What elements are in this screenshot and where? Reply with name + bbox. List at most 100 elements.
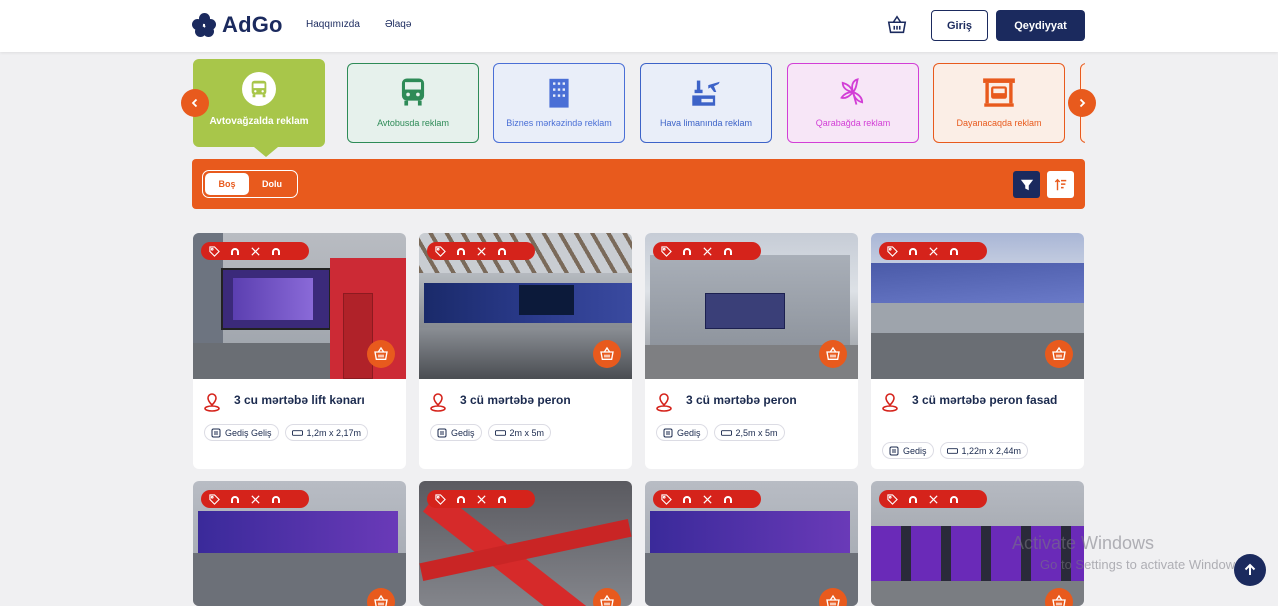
airport-icon — [692, 80, 720, 106]
basket-icon — [374, 594, 388, 606]
carousel-next-button[interactable] — [1068, 89, 1096, 117]
tools-icon — [703, 494, 712, 504]
ad-card[interactable] — [193, 481, 406, 606]
ruler-icon — [720, 429, 732, 436]
arch-icon — [683, 248, 691, 255]
ad-card[interactable]: 3 cü mərtəbə peron fasad Gediş 1,22m x 2… — [871, 233, 1084, 469]
direction-text: Gediş — [677, 427, 701, 438]
carousel-prev-button[interactable] — [181, 89, 209, 117]
category-bus[interactable]: Avtobusda reklam — [347, 63, 479, 143]
building-icon — [549, 78, 569, 108]
price-tag-icon — [661, 245, 672, 257]
category-label: Dayanacaqda reklam — [956, 118, 1042, 128]
category-label: Biznes mərkəzində reklam — [506, 118, 612, 128]
login-button[interactable]: Giriş — [931, 10, 988, 41]
list-icon — [663, 428, 673, 437]
price-tag-icon — [887, 245, 898, 257]
ruler-icon — [946, 447, 958, 454]
sort-icon — [1054, 178, 1066, 190]
add-to-cart-button[interactable] — [819, 340, 847, 368]
active-category-pointer — [254, 147, 278, 157]
category-label: Qarabağda reklam — [815, 118, 891, 128]
price-tag-icon — [435, 245, 446, 257]
ad-meta: Gediş Geliş 1,2m x 2,17m — [204, 424, 369, 441]
basket-icon — [826, 594, 840, 606]
ad-card[interactable]: 3 cu mərtəbə lift kənarı Gediş Geliş 1,2… — [193, 233, 406, 469]
list-icon — [437, 428, 447, 437]
arch-icon — [498, 248, 506, 255]
list-icon — [889, 446, 899, 455]
arch-icon — [724, 248, 732, 255]
size-chip: 1,22m x 2,44m — [939, 442, 1029, 459]
ad-title[interactable]: 3 cü mərtəbə peron fasad — [912, 391, 1077, 409]
nav-contact[interactable]: Əlaqə — [385, 19, 411, 30]
direction-chip: Gediş Geliş — [204, 424, 279, 441]
basket-icon — [1052, 594, 1066, 606]
ad-card[interactable] — [645, 481, 858, 606]
basket-icon — [826, 346, 840, 360]
location-pin-icon — [204, 393, 220, 412]
header: AdGo Haqqımızda Əlaqə Giriş Qeydiyyat — [0, 0, 1278, 52]
bus-front-icon — [242, 72, 276, 106]
register-button[interactable]: Qeydiyyat — [996, 10, 1085, 41]
arch-icon — [724, 496, 732, 503]
tools-icon — [929, 246, 938, 256]
ad-card[interactable]: 3 cü mərtəbə peron Gediş 2,5m x 5m — [645, 233, 858, 469]
ad-card[interactable] — [419, 481, 632, 606]
direction-chip: Gediş — [656, 424, 708, 441]
arch-icon — [231, 496, 239, 503]
arch-icon — [457, 248, 465, 255]
ad-meta: Gediş 1,22m x 2,44m — [882, 442, 1029, 459]
basket-icon — [600, 594, 614, 606]
category-bus-stop[interactable]: Dayanacaqda reklam — [933, 63, 1065, 143]
activation-watermark-text: Go to Settings to activate Windows. — [1040, 557, 1240, 572]
category-label: Hava limanında reklam — [659, 118, 753, 128]
filter-button[interactable] — [1013, 171, 1040, 198]
nav-about[interactable]: Haqqımızda — [306, 19, 360, 30]
category-label: Avtovağzalda reklam — [209, 116, 309, 127]
arch-icon — [457, 496, 465, 503]
price-tag-icon — [887, 493, 898, 505]
category-label: Avtobusda reklam — [377, 118, 449, 128]
category-bus-station[interactable]: Avtovağzalda reklam — [193, 59, 325, 147]
sort-button[interactable] — [1047, 171, 1074, 198]
category-business-center[interactable]: Biznes mərkəzində reklam — [493, 63, 625, 143]
category-carousel: Avtovağzalda reklam Avtobusda reklam Biz… — [193, 59, 1085, 159]
category-karabakh[interactable]: Qarabağda reklam — [787, 63, 919, 143]
basket-icon — [1052, 346, 1066, 360]
category-airport[interactable]: Hava limanında reklam — [640, 63, 772, 143]
arrow-up-icon — [1244, 563, 1256, 575]
price-tag-icon — [435, 493, 446, 505]
price-tag-icon — [209, 245, 220, 257]
price-tag-icon — [661, 493, 672, 505]
size-chip: 2m x 5m — [487, 424, 552, 441]
ad-title[interactable]: 3 cu mərtəbə lift kənarı — [234, 391, 399, 409]
ad-meta: Gediş 2m x 5m — [430, 424, 552, 441]
add-to-cart-button[interactable] — [593, 340, 621, 368]
toggle-occupied[interactable]: Dolu — [249, 173, 295, 195]
chevron-right-icon — [1079, 98, 1086, 108]
bus-icon — [401, 78, 425, 106]
basket-icon — [374, 346, 388, 360]
ad-tags — [427, 490, 535, 508]
size-text: 1,22m x 2,44m — [961, 445, 1022, 456]
ad-tags — [879, 490, 987, 508]
ad-tags — [201, 490, 309, 508]
ad-title[interactable]: 3 cü mərtəbə peron — [686, 391, 851, 409]
add-to-cart-button[interactable] — [1045, 340, 1073, 368]
add-to-cart-button[interactable] — [367, 340, 395, 368]
scroll-to-top-button[interactable] — [1234, 554, 1266, 586]
ad-card[interactable]: 3 cü mərtəbə peron Gediş 2m x 5m — [419, 233, 632, 469]
ad-title[interactable]: 3 cü mərtəbə peron — [460, 391, 625, 409]
logo[interactable]: AdGo — [192, 12, 283, 38]
arch-icon — [272, 496, 280, 503]
basket-icon[interactable] — [886, 14, 908, 36]
list-icon — [211, 428, 221, 437]
tools-icon — [251, 494, 260, 504]
filter-bar: Boş Dolu — [192, 159, 1085, 209]
toggle-empty[interactable]: Boş — [205, 173, 249, 195]
ruler-icon — [494, 429, 506, 436]
arch-icon — [909, 496, 917, 503]
direction-text: Gediş — [903, 445, 927, 456]
size-text: 2m x 5m — [509, 427, 545, 438]
